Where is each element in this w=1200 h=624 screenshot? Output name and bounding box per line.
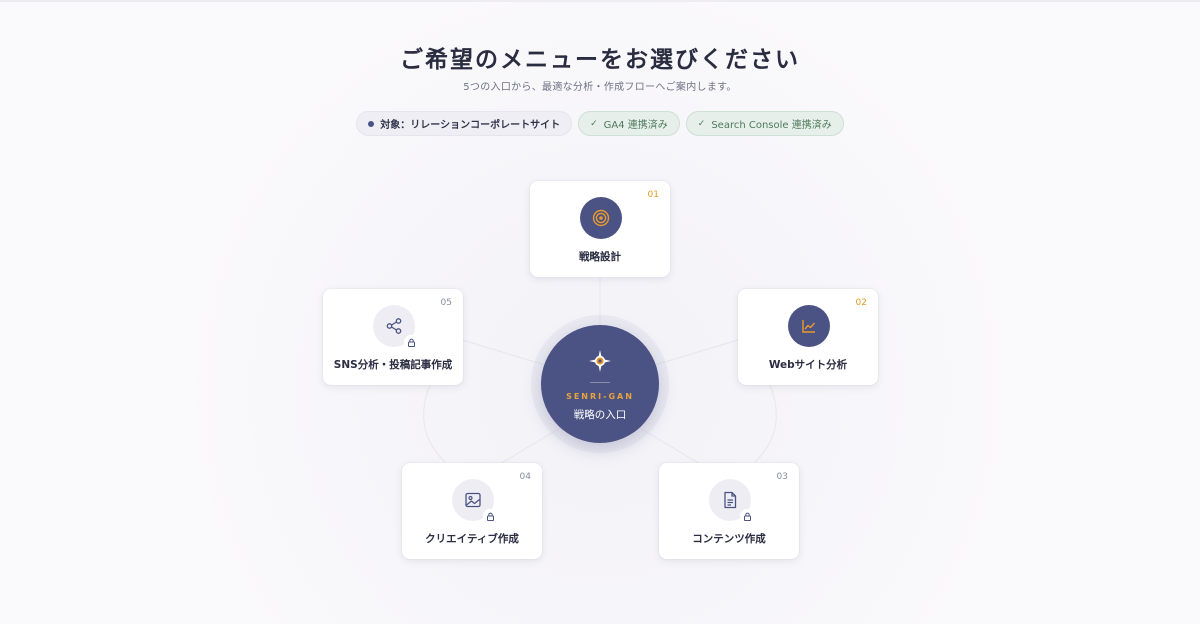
menu-card-content[interactable]: 03 コンテンツ作成 xyxy=(659,463,799,559)
lock-icon xyxy=(404,335,418,349)
image-icon xyxy=(452,479,497,523)
lock-icon xyxy=(483,509,497,523)
lock-icon xyxy=(740,509,754,523)
menu-label: コンテンツ作成 xyxy=(692,533,766,545)
menu-card-web-analysis[interactable]: 02 Webサイト分析 xyxy=(738,289,878,385)
senrigan-logo-icon xyxy=(589,350,611,372)
menu-selection-page: ご希望のメニューをお選びください 5つの入口から、最適な分析・作成フローへご案内… xyxy=(0,0,1200,624)
share-icon xyxy=(373,305,418,349)
menu-label: SNS分析・投稿記事作成 xyxy=(333,359,453,371)
menu-number: 03 xyxy=(776,472,788,482)
menu-number: 04 xyxy=(519,472,531,482)
menu-card-strategy[interactable]: 01 戦略設計 xyxy=(530,181,670,277)
menu-label: 戦略設計 xyxy=(579,251,621,263)
document-icon xyxy=(709,479,754,523)
menu-number: 05 xyxy=(440,298,452,308)
menu-card-creative[interactable]: 04 クリエイティブ作成 xyxy=(402,463,542,559)
menu-label: クリエイティブ作成 xyxy=(425,533,519,545)
menu-label: Webサイト分析 xyxy=(768,359,848,371)
hub-divider xyxy=(590,382,610,383)
line-chart-icon xyxy=(788,305,830,347)
hub-entrance[interactable]: SENRI-GAN 戦略の入口 xyxy=(541,325,659,443)
target-icon xyxy=(580,197,622,239)
hub-title: 戦略の入口 xyxy=(573,409,627,421)
menu-number: 01 xyxy=(647,190,659,200)
connector-lines xyxy=(423,278,777,465)
hub-brand: SENRI-GAN xyxy=(566,392,634,401)
menu-card-sns[interactable]: 05 SNS分析・投稿記事作成 xyxy=(323,289,463,385)
menu-number: 02 xyxy=(855,298,867,308)
